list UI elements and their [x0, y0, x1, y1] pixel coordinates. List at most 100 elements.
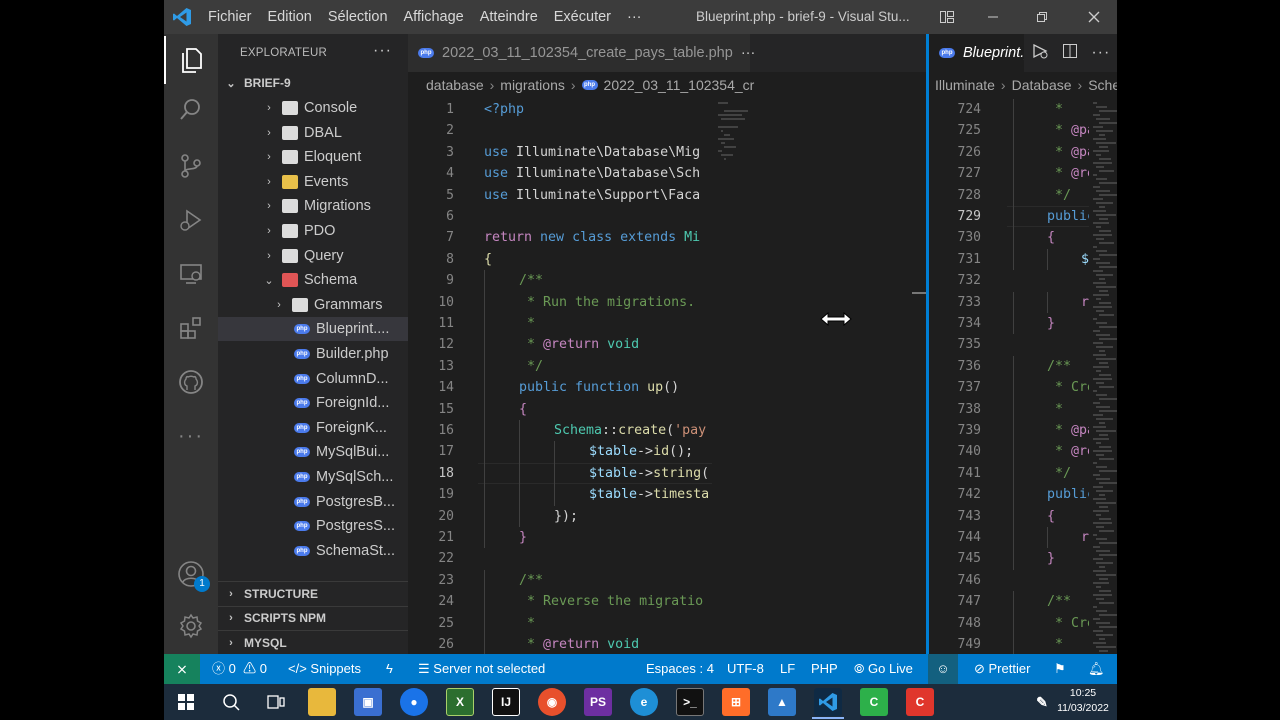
tree-file[interactable]: php Blueprint.... [218, 317, 408, 342]
tab-create-pays-table[interactable]: php 2022_03_11_102354_create_pays_table.… [408, 34, 755, 72]
tree-file[interactable]: php ForeignId... [218, 391, 408, 415]
split-editor-icon[interactable] [1062, 43, 1078, 64]
scrollbar-left[interactable] [912, 98, 926, 654]
postman-icon[interactable]: ⊞ [722, 688, 750, 716]
explorer-icon[interactable] [164, 36, 218, 84]
menu-item[interactable]: Affichage [396, 0, 472, 34]
accounts-icon[interactable]: 1 [164, 550, 218, 598]
eol-status[interactable]: LF [780, 654, 795, 684]
tree-folder[interactable]: › Console [218, 96, 408, 120]
terminal-icon[interactable]: >_ [676, 688, 704, 716]
windows-start-icon[interactable] [172, 688, 200, 716]
maps-icon[interactable]: ● [400, 688, 428, 716]
menu-item[interactable]: Atteindre [472, 0, 546, 34]
more-views-icon[interactable]: ··· [164, 412, 218, 460]
tree-folder[interactable]: › PDO [218, 219, 408, 243]
tree-file[interactable]: php MySqlBui... [218, 440, 408, 464]
camtasia-icon[interactable]: C [860, 688, 888, 716]
indentation-status[interactable]: Espaces : 4 [646, 654, 714, 684]
file-explorer-icon[interactable] [308, 688, 336, 716]
pen-icon[interactable]: ✎ [1028, 688, 1056, 716]
taskbar-search-icon[interactable] [217, 688, 245, 716]
tree-folder[interactable]: › Eloquent [218, 145, 408, 169]
minimap-right[interactable] [1089, 98, 1117, 654]
tree-file[interactable]: php Builder.php [218, 342, 408, 366]
tree-folder[interactable]: › Events [218, 170, 408, 194]
menu-item[interactable]: Fichier [200, 0, 260, 34]
tree-file[interactable]: php PostgresS... [218, 514, 408, 538]
store-icon[interactable]: ▣ [354, 688, 382, 716]
breadcrumb-item[interactable]: database [426, 77, 484, 93]
breadcrumb-item[interactable]: Schema [1088, 77, 1117, 93]
run-file-icon[interactable] [1031, 43, 1049, 64]
github-icon[interactable] [164, 358, 218, 406]
line-number: 13 [438, 358, 454, 374]
notifications-bell-icon[interactable]: 🔔︎ [1088, 654, 1105, 684]
phpstorm-icon[interactable]: PS [584, 688, 612, 716]
server-status[interactable]: ☰ Server not selected [418, 654, 545, 684]
edge-icon[interactable]: e [630, 688, 658, 716]
menu-item[interactable]: ··· [619, 0, 650, 34]
lightning-icon[interactable]: ϟ [386, 654, 393, 684]
minimap-left[interactable] [714, 98, 774, 654]
vscode-logo-icon[interactable] [164, 0, 200, 34]
encoding-status[interactable]: UTF-8 [727, 654, 764, 684]
breadcrumb-item[interactable]: 2022_03_11_102354_cr [604, 77, 755, 93]
recorder-icon[interactable]: C [906, 688, 934, 716]
menu-item[interactable]: Exécuter [546, 0, 619, 34]
menu-item[interactable]: Sélection [320, 0, 396, 34]
more-actions-icon[interactable]: ··· [1091, 44, 1110, 62]
explorer-more-icon[interactable]: ··· [373, 42, 392, 60]
remote-explorer-icon[interactable] [164, 250, 218, 298]
sidebar-section[interactable]: › SCRIPTS NPM [218, 605, 408, 630]
breadcrumb-item[interactable]: Illuminate [935, 77, 995, 93]
snippets-button[interactable]: </> Snippets [288, 654, 361, 684]
copilot-icon[interactable]: ☺ [928, 654, 958, 684]
tree-item-label: Blueprint.... [316, 321, 390, 338]
task-view-icon[interactable] [262, 688, 290, 716]
tab-more-icon[interactable]: ··· [741, 45, 756, 61]
tree-file[interactable]: php SchemaSt... [218, 539, 408, 563]
taskbar-clock[interactable]: 10:25 11/03/2022 [1053, 686, 1113, 716]
minimap-line [1099, 302, 1111, 304]
minimize-icon[interactable] [970, 0, 1016, 34]
tree-file[interactable]: php MySqlSch... [218, 465, 408, 489]
source-control-icon[interactable] [164, 142, 218, 190]
intellij-icon[interactable]: IJ [492, 688, 520, 716]
photos-icon[interactable]: ▲ [768, 688, 796, 716]
extensions-icon[interactable] [164, 304, 218, 352]
run-debug-icon[interactable] [164, 196, 218, 244]
remote-indicator-icon[interactable]: ⨯ [164, 654, 200, 684]
firefox-icon[interactable]: ◉ [538, 688, 566, 716]
breadcrumb-item[interactable]: migrations [500, 77, 565, 93]
settings-gear-icon[interactable] [164, 602, 218, 650]
feedback-icon[interactable]: ⚑ [1054, 654, 1066, 684]
tree-folder[interactable]: › Migrations [218, 194, 408, 218]
layout-icon[interactable] [924, 0, 970, 34]
search-icon[interactable] [164, 86, 218, 134]
workspace-root[interactable]: ⌄ BRIEF-9 [218, 72, 408, 94]
code-line: use Illuminate\Database\Sch [484, 163, 712, 184]
sidebar-section[interactable]: › STRUCTURE [218, 581, 408, 605]
xampp-icon[interactable]: X [446, 688, 474, 716]
go-live-button[interactable]: ⦾ Go Live [854, 654, 913, 684]
code-area-left[interactable]: 1 <?php 2 3 use Illuminate\Database\Mig 4 use … [408, 98, 926, 654]
tree-folder[interactable]: › Query [218, 244, 408, 268]
language-status[interactable]: PHP [811, 654, 838, 684]
tree-folder[interactable]: › DBAL [218, 121, 408, 145]
close-window-icon[interactable] [1071, 0, 1117, 34]
minimap-line [1093, 174, 1097, 176]
tree-file[interactable]: php ForeignK... [218, 416, 408, 440]
restore-icon[interactable] [1019, 0, 1065, 34]
vscode-taskbar-icon[interactable] [814, 688, 842, 716]
sidebar-section[interactable]: › MYSQL [218, 630, 408, 654]
problems-indicator[interactable]: ⓧ 0 ⚠ 0 [212, 654, 267, 684]
breadcrumb-item[interactable]: Database [1012, 77, 1072, 93]
tree-file[interactable]: php PostgresB... [218, 490, 408, 514]
tree-folder[interactable]: › Grammars [218, 293, 408, 317]
tree-folder[interactable]: ⌄ Schema [218, 268, 408, 292]
menu-item[interactable]: Edition [260, 0, 320, 34]
prettier-button[interactable]: ⊘ Prettier [974, 654, 1030, 684]
code-line: } [1047, 548, 1089, 569]
tree-file[interactable]: php ColumnD... [218, 367, 408, 391]
